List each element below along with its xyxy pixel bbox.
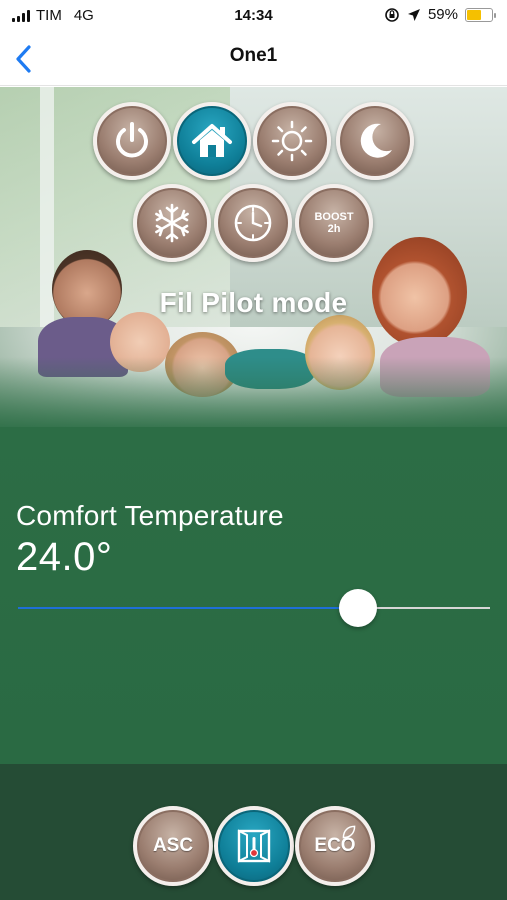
- nav-bar: One1: [0, 34, 507, 86]
- hero-fade: [0, 357, 507, 427]
- night-mode-button[interactable]: [336, 102, 414, 180]
- timer-mode-button[interactable]: [214, 184, 292, 262]
- page-title: One1: [229, 45, 278, 66]
- battery-icon: [465, 7, 496, 22]
- temperature-title: Comfort Temperature: [16, 500, 284, 531]
- day-mode-button[interactable]: [253, 102, 331, 180]
- sun-icon: [271, 120, 313, 162]
- antifreeze-mode-button[interactable]: [133, 184, 211, 262]
- home-icon: [192, 124, 232, 157]
- boost-label: BOOST: [314, 210, 354, 223]
- temperature-slider-fill: [18, 607, 358, 609]
- power-icon: [116, 122, 148, 158]
- status-bar: TIM 4G 14:34 59%: [0, 0, 507, 34]
- comfort-mode-button[interactable]: [173, 102, 251, 180]
- status-right: 59%: [384, 6, 496, 23]
- asc-button[interactable]: ASC: [133, 806, 213, 886]
- mode-label: Fil Pilot mode: [159, 287, 348, 318]
- battery-percent: 59%: [427, 6, 458, 23]
- eco-button[interactable]: ECO: [295, 806, 375, 886]
- open-window-button[interactable]: [214, 806, 294, 886]
- temperature-panel: Comfort Temperature 24.0°: [0, 427, 507, 764]
- orientation-lock-icon: [385, 7, 399, 22]
- temperature-value: 24.0°: [16, 535, 113, 579]
- moon-icon: [360, 123, 392, 158]
- power-button[interactable]: [93, 102, 171, 180]
- leaf-icon: [342, 825, 356, 839]
- clock-icon: [234, 204, 272, 242]
- battery-fill: [467, 9, 482, 20]
- temperature-slider-thumb[interactable]: [338, 589, 377, 627]
- location-arrow-icon: [407, 8, 420, 21]
- boost-icon: BOOST 2h: [314, 211, 353, 235]
- bottom-bar: ASC ECO: [0, 764, 507, 900]
- snowflake-icon: [155, 203, 189, 243]
- asc-label: ASC: [152, 835, 194, 856]
- boost-duration-label: 2h: [327, 223, 341, 235]
- temperature-slider[interactable]: [18, 589, 490, 627]
- boost-mode-button[interactable]: BOOST 2h: [295, 184, 373, 262]
- window-thermometer-icon: [237, 829, 271, 863]
- hero-area: BOOST 2h Fil Pilot mode: [0, 87, 507, 427]
